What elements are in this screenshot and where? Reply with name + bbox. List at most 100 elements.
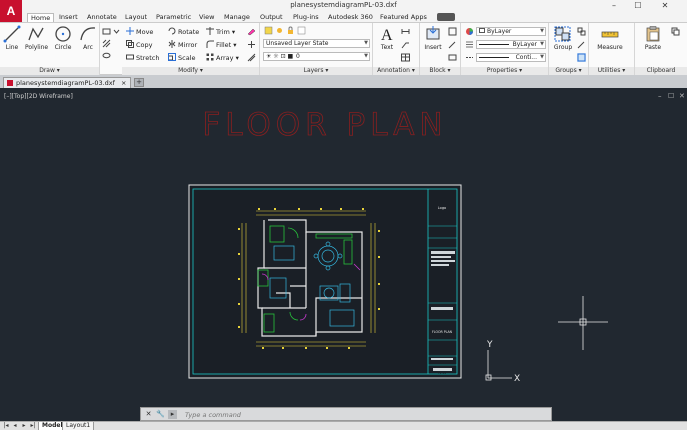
current-layer-dropdown[interactable]: ☀ ☼ ⊡ ■ 0 ▼ <box>263 52 370 61</box>
scale-tool[interactable]: Scale <box>168 53 196 62</box>
ribbon-tab-bar: Home Insert Annotate Layout Parametric V… <box>0 12 687 22</box>
mirror-icon <box>168 40 176 48</box>
linetype-icon[interactable] <box>465 53 474 62</box>
arc-tool-label: Arc <box>83 44 93 51</box>
drawing-canvas[interactable]: FLOOR PLAN Logo FLOOR PLAN PL-03 Y X <box>0 88 687 421</box>
dimension-icon[interactable] <box>401 27 410 36</box>
copy-clip-icon[interactable] <box>671 27 680 36</box>
tab-insert[interactable]: Insert <box>56 13 81 22</box>
attribute-icon[interactable] <box>448 53 457 62</box>
command-input[interactable] <box>185 410 545 419</box>
tab-home[interactable]: Home <box>27 13 55 22</box>
group-edit-icon[interactable] <box>577 40 586 49</box>
text-tool[interactable]: A Text <box>376 25 398 51</box>
minimize-button[interactable]: – <box>603 0 625 12</box>
insert-tool[interactable]: Insert <box>422 25 444 51</box>
arc-icon <box>80 27 96 41</box>
groups-panel-label[interactable]: Groups ▾ <box>549 67 588 75</box>
leader-icon[interactable] <box>401 40 410 49</box>
rotate-tool[interactable]: Rotate <box>168 27 199 36</box>
properties-panel-label[interactable]: Properties ▾ <box>461 67 548 75</box>
arc-tool[interactable]: Arc <box>77 25 99 51</box>
group-tool[interactable]: Group <box>551 25 575 51</box>
layer-lock-icon[interactable] <box>286 26 295 35</box>
copy-tool[interactable]: Copy <box>126 40 153 49</box>
next-tab-arrow-icon[interactable]: ▸ <box>20 422 28 430</box>
create-block-icon[interactable] <box>448 27 457 36</box>
edit-block-icon[interactable] <box>448 40 457 49</box>
tab-annotate[interactable]: Annotate <box>84 13 120 22</box>
circle-tool[interactable]: Circle <box>52 25 74 51</box>
offset-icon[interactable] <box>247 53 256 62</box>
ribbon-display-toggle[interactable] <box>437 13 455 21</box>
measure-tool-label: Measure <box>597 44 623 51</box>
layout-tab-bar: |◂ ◂ ▸ ▸| Model Layout1 <box>0 421 687 430</box>
array-tool[interactable]: Array ▾ <box>206 53 239 62</box>
lineweight-icon[interactable] <box>465 40 474 49</box>
lineweight-dropdown[interactable]: Conti... ▼ <box>476 53 546 62</box>
chevron-down-icon[interactable] <box>112 27 121 36</box>
layer-properties-icon[interactable] <box>264 26 273 35</box>
close-button[interactable]: ✕ <box>654 0 676 12</box>
move-tool[interactable]: Move <box>126 27 153 36</box>
utilities-panel-label[interactable]: Utilities ▾ <box>589 67 634 75</box>
group-icon <box>554 26 571 42</box>
prev-tab-arrow-icon[interactable]: ◂ <box>11 422 19 430</box>
wrench-icon[interactable]: 🔧 <box>156 410 165 419</box>
explode-icon[interactable] <box>247 40 256 49</box>
rectangle-icon[interactable] <box>102 27 111 36</box>
modify-panel-label[interactable]: Modify ▾ <box>122 67 259 75</box>
last-tab-arrow-icon[interactable]: ▸| <box>29 422 37 430</box>
dxf-file-icon <box>7 80 13 86</box>
file-tab[interactable]: planesystemdiagramPL-03.dxf × <box>3 77 132 88</box>
layer-state-dropdown[interactable]: Unsaved Layer State ▼ <box>263 39 370 48</box>
color-dropdown[interactable]: ByLayer ▼ <box>476 27 546 36</box>
ungroup-icon[interactable] <box>577 27 586 36</box>
line-tool[interactable]: Line <box>1 25 23 51</box>
layer-color-icon[interactable] <box>297 26 306 35</box>
polyline-tool[interactable]: Polyline <box>25 25 48 51</box>
chevron-down-icon: ▼ <box>540 41 544 47</box>
chevron-down-icon: ▼ <box>540 28 544 34</box>
color-wheel-icon[interactable] <box>465 27 474 36</box>
tab-featured-apps[interactable]: Featured Apps <box>377 13 430 22</box>
tab-layout1[interactable]: Layout1 <box>62 422 95 430</box>
tab-layout[interactable]: Layout <box>122 13 150 22</box>
tab-manage[interactable]: Manage <box>221 13 253 22</box>
new-tab-button[interactable]: + <box>134 78 144 87</box>
command-history-icon[interactable]: ▸ <box>168 410 177 419</box>
tab-parametric[interactable]: Parametric <box>153 13 194 22</box>
stretch-tool[interactable]: Stretch <box>126 53 159 62</box>
erase-icon[interactable] <box>247 27 256 36</box>
ellipse-icon[interactable] <box>102 51 111 60</box>
tab-view[interactable]: View <box>196 13 217 22</box>
table-icon[interactable] <box>401 53 410 62</box>
block-panel-label[interactable]: Block ▾ <box>420 67 460 75</box>
layer-sun-icon[interactable] <box>275 26 284 35</box>
group-selection-icon[interactable] <box>577 53 586 62</box>
tab-plug-ins[interactable]: Plug-ins <box>290 13 322 22</box>
ucs-icon[interactable] <box>485 350 512 381</box>
sheet-border[interactable] <box>188 184 462 379</box>
drawing-viewport[interactable]: [–][Top][2D Wireframe] – ☐ ✕ FLOOR PLAN <box>0 88 687 421</box>
drawing-title[interactable]: FLOOR PLAN <box>202 107 447 144</box>
application-menu-button[interactable]: A <box>0 0 22 22</box>
fillet-tool[interactable]: Fillet ▾ <box>206 40 237 49</box>
layers-panel-label[interactable]: Layers ▾ <box>260 67 372 75</box>
tab-autodesk-360[interactable]: Autodesk 360 <box>325 13 376 22</box>
file-tab-close-button[interactable]: × <box>121 79 126 87</box>
maximize-button[interactable]: ☐ <box>627 0 649 12</box>
linetype-dropdown[interactable]: ByLayer ▼ <box>476 40 546 49</box>
first-tab-arrow-icon[interactable]: |◂ <box>2 422 10 430</box>
draw-panel-label[interactable]: Draw ▾ <box>0 67 99 75</box>
mirror-tool[interactable]: Mirror <box>168 40 197 49</box>
annotation-panel-label[interactable]: Annotation ▾ <box>373 67 419 75</box>
line-tool-label: Line <box>5 44 19 51</box>
tab-output[interactable]: Output <box>257 13 286 22</box>
hatch-icon[interactable] <box>102 39 111 48</box>
measure-tool[interactable]: Measure <box>593 25 627 51</box>
trim-tool[interactable]: Trim ▾ <box>206 27 235 36</box>
paste-tool[interactable]: Paste <box>641 25 665 51</box>
close-icon[interactable]: ✕ <box>144 410 153 419</box>
clipboard-panel-label[interactable]: Clipboard <box>635 67 687 75</box>
